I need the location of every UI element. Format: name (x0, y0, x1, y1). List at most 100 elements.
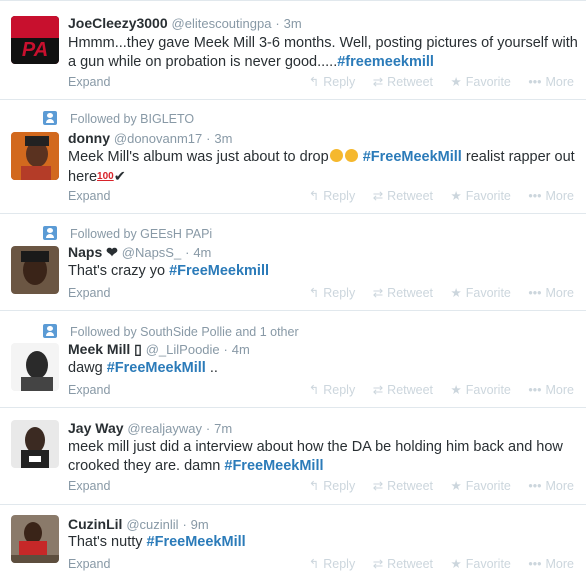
avatar-photo (11, 343, 59, 391)
expand-link[interactable]: Expand (68, 382, 110, 398)
timestamp[interactable]: 7m (214, 421, 232, 436)
star-icon: ★ (450, 383, 462, 397)
retweet-button[interactable]: ⇄ Retweet (373, 478, 433, 493)
tweet-header: CuzinLil @cuzinlil · 9m (68, 515, 209, 534)
avatar[interactable]: PA (11, 16, 59, 64)
tweet-header: Meek Mill ▯ @_LilPoodie · 4m (68, 340, 250, 359)
retweet-button[interactable]: ⇄ Retweet (373, 556, 433, 571)
retweet-button[interactable]: ⇄ Retweet (373, 382, 433, 397)
user-handle[interactable]: @NapsS_ (122, 245, 181, 260)
hashtag-link[interactable]: #freemeekmill (337, 54, 434, 70)
more-button[interactable]: ••• More (528, 286, 574, 300)
star-icon: ★ (450, 189, 462, 203)
display-name[interactable]: donny (68, 130, 110, 146)
expand-link[interactable]: Expand (68, 478, 110, 494)
tweet-header: Naps ❤ @NapsS_ · 4m (68, 243, 211, 262)
reply-arrow-icon: ↰ (308, 286, 320, 300)
favorite-button[interactable]: ★ Favorite (451, 188, 511, 203)
tweet-actions: ↰ Reply ⇄ Retweet ★ Favorite ••• More (295, 74, 574, 90)
followed-by-context[interactable]: Followed by GEEsH PAPi (70, 226, 212, 242)
favorite-button[interactable]: ★ Favorite (451, 382, 511, 397)
separator-dot: · (182, 517, 187, 532)
avatar[interactable] (11, 420, 59, 468)
tweet[interactable]: Jay Way @realjayway · 7m meek mill just … (0, 408, 586, 505)
favorite-button[interactable]: ★ Favorite (451, 285, 511, 300)
display-name[interactable]: JoeCleezy3000 (68, 15, 168, 31)
hashtag-link[interactable]: #FreeMeekMill (363, 149, 462, 165)
tweet-actions: ↰ Reply ⇄ Retweet ★ Favorite ••• More (295, 285, 574, 301)
tweet-header: Jay Way @realjayway · 7m (68, 419, 232, 438)
expand-link[interactable]: Expand (68, 285, 110, 301)
user-handle[interactable]: @cuzinlil (126, 517, 178, 532)
avatar-photo (11, 246, 59, 294)
tweet[interactable]: Followed by SouthSide Pollie and 1 other… (0, 311, 586, 408)
retweet-icon: ⇄ (372, 75, 384, 89)
retweet-button[interactable]: ⇄ Retweet (373, 74, 433, 89)
display-name[interactable]: Jay Way (68, 420, 124, 436)
person-icon (43, 324, 57, 338)
avatar-photo (11, 132, 59, 180)
avatar[interactable] (11, 246, 59, 294)
user-handle[interactable]: @elitescoutingpa (172, 16, 272, 31)
separator-dot: · (185, 245, 190, 260)
followed-by-context[interactable]: Followed by BIGLETO (70, 111, 194, 127)
hashtag-link[interactable]: #FreeMeekmill (169, 263, 269, 279)
reply-button[interactable]: ↰ Reply (309, 285, 355, 300)
user-handle[interactable]: @_LilPoodie (146, 342, 220, 357)
timestamp[interactable]: 3m (284, 16, 302, 31)
more-button[interactable]: ••• More (528, 383, 574, 397)
tweet[interactable]: Followed by GEEsH PAPi Naps ❤ @NapsS_ · … (0, 214, 586, 311)
timestamp[interactable]: 4m (232, 342, 250, 357)
tweet[interactable]: Followed by BIGLETO donny @donovanm17 · … (0, 100, 586, 214)
favorite-button[interactable]: ★ Favorite (451, 556, 511, 571)
timestamp[interactable]: 3m (214, 131, 232, 146)
retweet-icon: ⇄ (372, 383, 384, 397)
favorite-button[interactable]: ★ Favorite (451, 74, 511, 89)
hashtag-link[interactable]: #FreeMeekMill (224, 458, 323, 474)
tweet-text: dawg #FreeMeekMill .. (68, 359, 578, 378)
more-button[interactable]: ••• More (528, 75, 574, 89)
reply-button[interactable]: ↰ Reply (309, 556, 355, 571)
tweet-text-content: .. (205, 360, 218, 376)
reply-button[interactable]: ↰ Reply (309, 188, 355, 203)
tweet-text: Hmmm...they gave Meek Mill 3-6 months. W… (68, 34, 578, 72)
person-icon (43, 111, 57, 125)
avatar[interactable] (11, 132, 59, 180)
hundred-points-icon: 100 (97, 171, 114, 182)
user-handle[interactable]: @donovanm17 (114, 131, 202, 146)
display-name[interactable]: Naps ❤ (68, 244, 118, 260)
avatar[interactable] (11, 343, 59, 391)
user-handle[interactable]: @realjayway (127, 421, 202, 436)
display-name[interactable]: Meek Mill ▯ (68, 341, 142, 357)
expand-link[interactable]: Expand (68, 74, 110, 90)
tweet-text-content: That's nutty (68, 534, 147, 550)
more-button[interactable]: ••• More (528, 479, 574, 493)
separator-dot: · (223, 342, 228, 357)
hashtag-link[interactable]: #FreeMeekMill (147, 534, 246, 550)
followed-by-context[interactable]: Followed by SouthSide Pollie and 1 other (70, 324, 299, 340)
timestamp[interactable]: 9m (191, 517, 209, 532)
favorite-button[interactable]: ★ Favorite (451, 478, 511, 493)
separator-dot: · (275, 16, 280, 31)
expand-link[interactable]: Expand (68, 188, 110, 204)
retweet-button[interactable]: ⇄ Retweet (373, 188, 433, 203)
expand-link[interactable]: Expand (68, 556, 110, 572)
tweet-text: Meek Mill's album was just about to drop… (68, 148, 578, 187)
avatar[interactable] (11, 515, 59, 563)
display-name[interactable]: CuzinLil (68, 516, 122, 532)
reply-arrow-icon: ↰ (308, 479, 320, 493)
tweet-header: JoeCleezy3000 @elitescoutingpa · 3m (68, 14, 302, 33)
timestamp[interactable]: 4m (193, 245, 211, 260)
star-icon: ★ (450, 286, 462, 300)
reply-button[interactable]: ↰ Reply (309, 382, 355, 397)
retweet-button[interactable]: ⇄ Retweet (373, 285, 433, 300)
tweet-text-content: dawg (68, 360, 107, 376)
tweet[interactable]: PA JoeCleezy3000 @elitescoutingpa · 3m H… (0, 0, 586, 100)
reply-button[interactable]: ↰ Reply (309, 478, 355, 493)
hashtag-link[interactable]: #FreeMeekMill (107, 360, 206, 376)
more-button[interactable]: ••• More (528, 557, 574, 571)
reply-button[interactable]: ↰ Reply (309, 74, 355, 89)
avatar-photo (11, 420, 59, 468)
more-button[interactable]: ••• More (528, 189, 574, 203)
tweet[interactable]: CuzinLil @cuzinlil · 9m That's nutty #Fr… (0, 505, 586, 578)
